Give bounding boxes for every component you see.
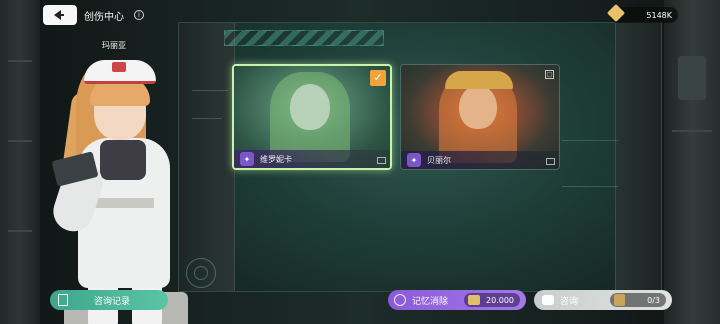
patient-card[interactable]: □ ✦ 贝丽尔	[400, 64, 560, 170]
coin-icon	[468, 295, 480, 305]
hud-line	[562, 140, 618, 141]
hud-line	[562, 186, 618, 187]
patient-card[interactable]: ✓ ✦ 维罗妮卡	[232, 64, 392, 170]
window-door-right	[615, 23, 661, 291]
page-title: 创伤中心	[84, 12, 124, 23]
patient-name: 贝丽尔	[427, 155, 451, 165]
brain-icon	[394, 294, 406, 306]
info-icon[interactable]: i	[134, 10, 144, 20]
memory-erase-button[interactable]: 记忆消除 20.000	[388, 290, 526, 310]
patient-name-bar: ✦ 贝丽尔	[401, 151, 559, 169]
patient-name: 维罗妮卡	[260, 154, 292, 164]
consult-label: 咨询	[560, 296, 579, 307]
consult-log-button[interactable]: 咨询记录	[50, 290, 168, 310]
chat-bubble-icon	[542, 295, 554, 305]
brain-icon: ✦	[407, 153, 421, 167]
currency-display: 5148K	[606, 3, 678, 23]
patient-name-bar: ✦ 维罗妮卡	[234, 150, 390, 168]
gem-icon	[606, 3, 626, 23]
erase-cost: 20.000	[464, 293, 520, 307]
hud-line	[192, 118, 222, 119]
consult-count: 0/3	[610, 293, 666, 307]
selected-check-icon: ✓	[370, 70, 386, 86]
memory-erase-label: 记忆消除	[412, 296, 449, 307]
hud-ring	[194, 266, 208, 280]
hud-line	[192, 90, 228, 91]
back-arrow-icon	[53, 10, 61, 20]
monitor-icon	[546, 158, 555, 165]
document-icon	[58, 294, 68, 306]
right-frame-pillar	[664, 0, 720, 324]
left-frame-pillar	[0, 0, 40, 324]
consult-button[interactable]: 咨询 0/3	[534, 290, 672, 310]
hud-banner	[224, 30, 384, 46]
consult-log-label: 咨询记录	[94, 296, 131, 307]
character-name: 玛丽亚	[102, 41, 126, 50]
game-scene: ✓ ✦ 维罗妮卡 □ ✦ 贝丽尔 玛丽亚 创伤中心 i 5148K 咨询记录 记…	[0, 0, 720, 324]
bag-icon	[614, 294, 625, 306]
monitor-icon	[377, 157, 386, 164]
square-frame-icon: □	[545, 70, 554, 79]
consult-count-value: 0/3	[647, 295, 660, 305]
erase-cost-value: 20.000	[486, 295, 514, 305]
brain-icon: ✦	[240, 152, 254, 166]
currency-value: 5148K	[646, 10, 672, 20]
back-button[interactable]	[43, 5, 77, 25]
nurse-character	[48, 52, 194, 324]
